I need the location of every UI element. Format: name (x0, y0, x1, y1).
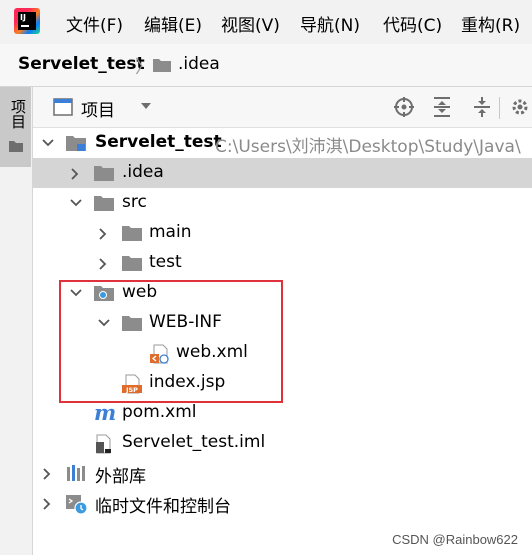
folder-icon (9, 141, 23, 152)
expand-all-icon[interactable] (431, 96, 453, 118)
tree-row-src[interactable]: src (33, 188, 532, 218)
tree-row-test[interactable]: test (33, 248, 532, 278)
chevron-right-icon[interactable] (41, 467, 53, 481)
chevron-right-icon[interactable] (69, 167, 81, 181)
tree-row-external-libraries[interactable]: 外部库 (33, 458, 532, 488)
maven-icon: m (94, 400, 117, 425)
iml-file-icon (96, 434, 111, 454)
tree-item-label: src (122, 192, 147, 212)
menu-edit[interactable]: 编辑(E) (144, 11, 202, 36)
breadcrumb-separator-icon: 〉 (135, 57, 153, 78)
folder-icon (94, 196, 114, 211)
view-selector-label[interactable]: 项目 (81, 96, 115, 121)
tree-item-label: 外部库 (95, 467, 146, 487)
chevron-right-icon[interactable] (97, 257, 109, 271)
project-path: C:\Users\刘沛淇\Desktop\Study\Java\ (215, 137, 521, 157)
tree-item-label: 临时文件和控制台 (95, 497, 231, 517)
menu-bar: IJ 文件(F) 编辑(E) 视图(V) 导航(N) 代码(C) 重构(R) (0, 0, 532, 44)
project-tab-label: 项目 (9, 99, 27, 129)
folder-icon (122, 256, 142, 271)
highlight-annotation (59, 280, 283, 403)
chevron-down-icon[interactable] (69, 197, 83, 209)
tree-row-iml[interactable]: Servelet_test.iml (33, 428, 532, 458)
tree-item-label: Servelet_test (95, 132, 222, 152)
breadcrumb-project[interactable]: Servelet_test (18, 54, 145, 74)
module-folder-icon (66, 136, 86, 151)
chevron-right-icon[interactable] (97, 227, 109, 241)
breadcrumb-folder[interactable]: .idea (178, 54, 220, 74)
menu-file[interactable]: 文件(F) (66, 11, 123, 36)
menu-code[interactable]: 代码(C) (383, 11, 442, 36)
tool-window-strip: 项目 (0, 87, 33, 555)
tree-row-idea[interactable]: .idea (33, 158, 532, 188)
menu-refactor[interactable]: 重构(R) (461, 11, 520, 36)
chevron-down-icon[interactable] (41, 137, 55, 149)
collapse-all-icon[interactable] (471, 96, 493, 118)
tree-item-label: main (149, 222, 192, 242)
toolbar-divider (499, 97, 500, 119)
gear-icon[interactable] (509, 96, 531, 118)
chevron-right-icon[interactable] (41, 497, 53, 511)
project-toolbar: 项目 (33, 87, 532, 128)
project-tree: Servelet_test C:\Users\刘沛淇\Desktop\Study… (33, 128, 532, 555)
intellij-logo-icon[interactable]: IJ (14, 8, 40, 34)
breadcrumb: Servelet_test 〉 .idea (0, 44, 532, 87)
project-view-icon (53, 98, 73, 116)
folder-icon (153, 59, 171, 72)
tree-item-label: Servelet_test.iml (122, 432, 266, 452)
tree-item-label: .idea (122, 162, 164, 182)
folder-icon (122, 226, 142, 241)
select-opened-file-icon[interactable] (393, 96, 415, 118)
tree-item-label: test (149, 252, 182, 272)
library-icon (67, 465, 85, 481)
menu-view[interactable]: 视图(V) (221, 11, 280, 36)
menu-navigate[interactable]: 导航(N) (300, 11, 360, 36)
folder-icon (94, 166, 114, 181)
tree-row-scratches[interactable]: 临时文件和控制台 (33, 488, 532, 518)
tree-row-root[interactable]: Servelet_test C:\Users\刘沛淇\Desktop\Study… (33, 128, 532, 158)
chevron-down-icon[interactable] (139, 99, 153, 113)
tree-row-main[interactable]: main (33, 218, 532, 248)
project-tool-window-tab[interactable]: 项目 (0, 87, 31, 167)
scratches-icon (66, 495, 88, 515)
watermark: CSDN @Rainbow622 (392, 532, 518, 547)
tree-item-label: pom.xml (122, 402, 197, 422)
